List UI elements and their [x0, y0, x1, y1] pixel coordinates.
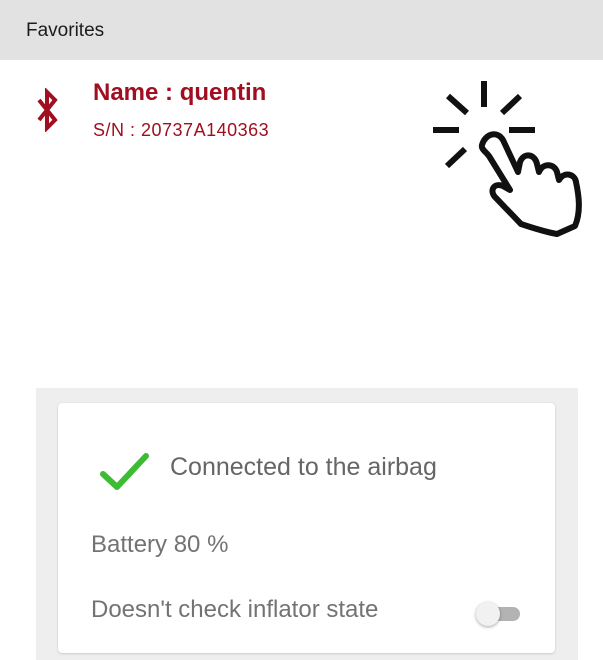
favorite-device-item[interactable]: Name : quentin S/N : 20737A140363: [0, 76, 440, 156]
inflator-check-label: Doesn't check inflator state: [91, 596, 379, 623]
device-serial-number: S/N : 20737A140363: [93, 120, 270, 140]
status-panel: Connected to the airbag Battery 80 % Doe…: [36, 388, 578, 660]
connection-status-text: Connected to the airbag: [170, 453, 437, 481]
tap-hand-icon: [433, 81, 582, 237]
airbag-status-card: Connected to the airbag Battery 80 % Doe…: [58, 403, 555, 653]
inflator-check-toggle[interactable]: [476, 599, 524, 627]
toggle-knob: [476, 602, 500, 626]
bluetooth-icon: [37, 88, 58, 132]
favorites-header: Favorites: [0, 0, 603, 60]
device-name: Name : quentin: [93, 79, 267, 106]
check-icon: [100, 453, 149, 490]
favorites-title: Favorites: [26, 20, 105, 41]
battery-level: Battery 80 %: [91, 531, 229, 558]
